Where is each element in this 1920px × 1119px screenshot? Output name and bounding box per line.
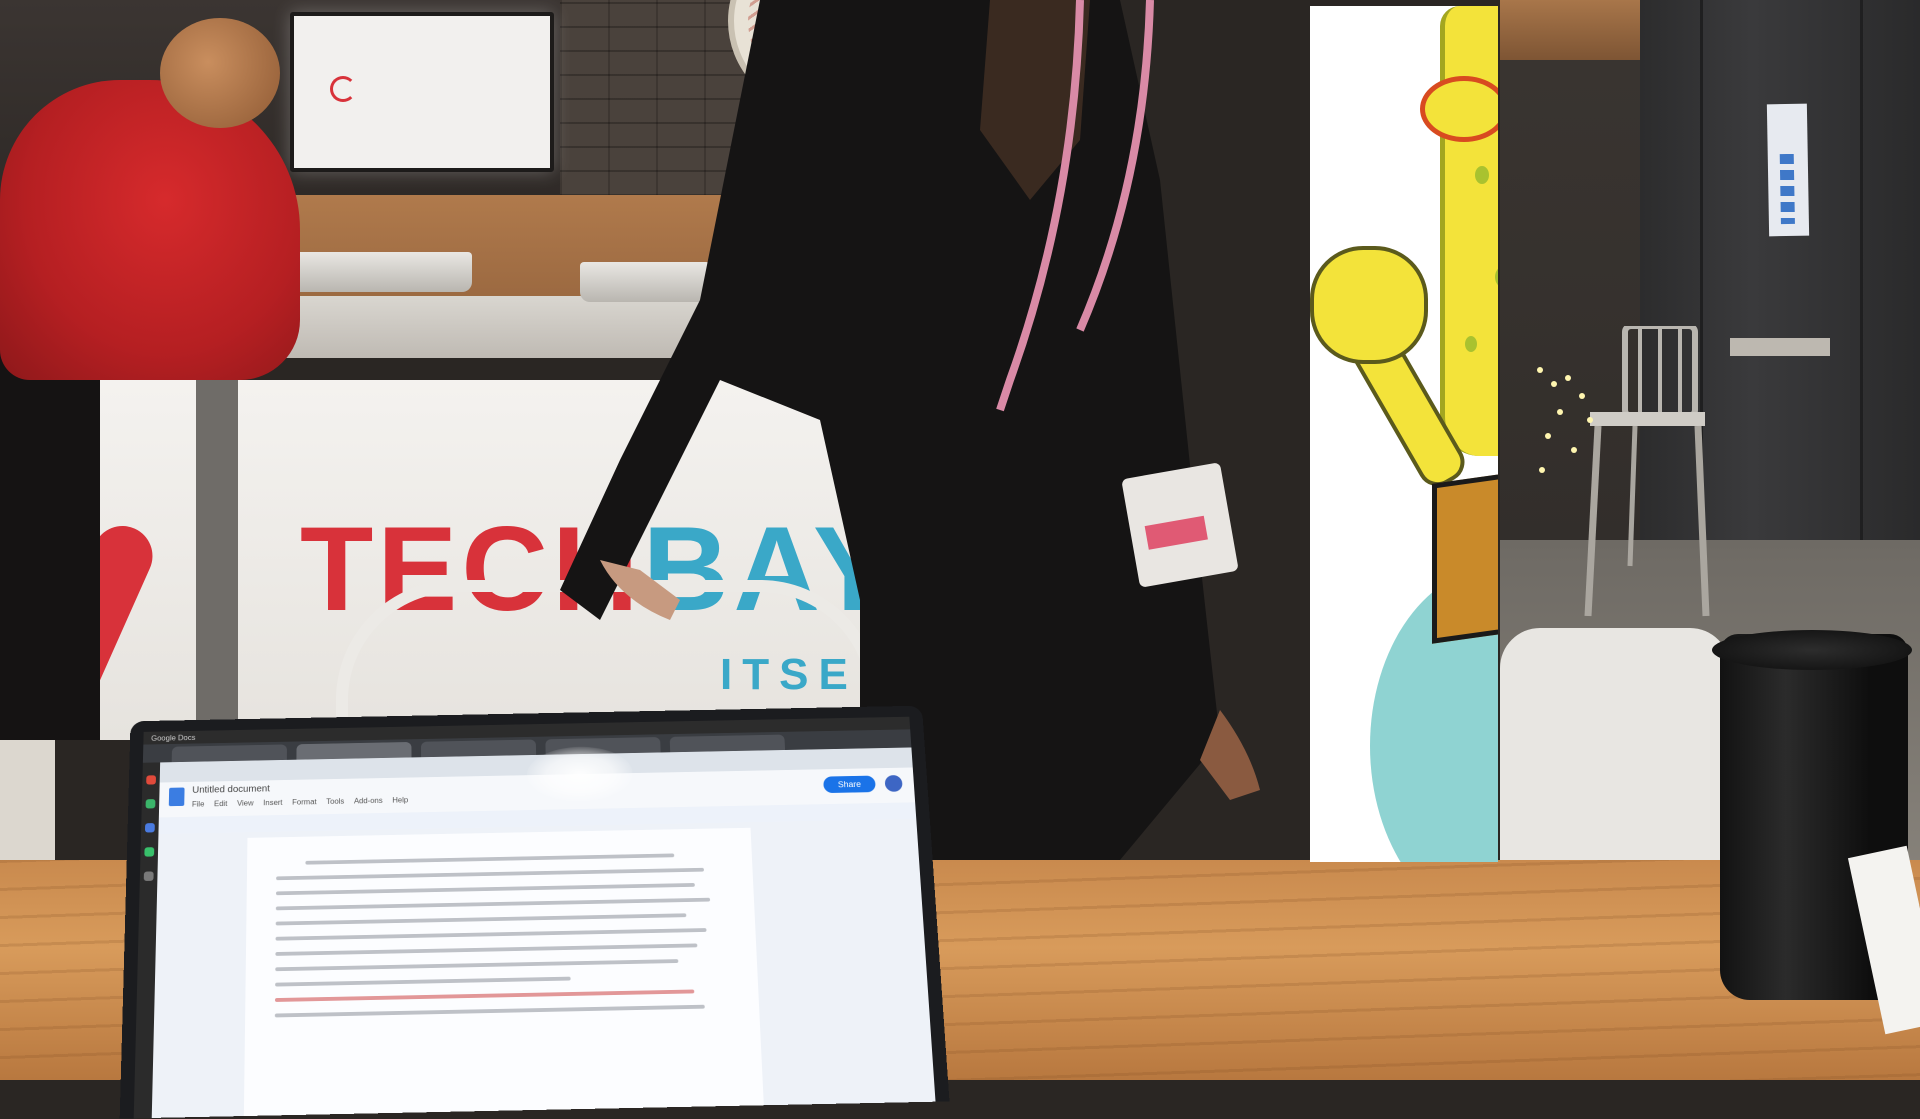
menu-addons[interactable]: Add-ons — [354, 796, 383, 805]
cartoon-nose — [1420, 76, 1498, 142]
text-line — [305, 853, 674, 864]
menu-edit[interactable]: Edit — [214, 799, 227, 808]
document-page[interactable] — [244, 828, 764, 1116]
text-line — [275, 943, 697, 955]
tv-logo-icon — [330, 76, 356, 102]
laptop: Google Docs Untitled document File Edit … — [120, 706, 950, 1119]
dock-app-icon[interactable] — [144, 871, 154, 881]
text-line — [276, 883, 695, 895]
counter-post — [196, 340, 238, 740]
dock-app-icon[interactable] — [145, 823, 155, 832]
text-line-underlined — [275, 990, 694, 1002]
app-dock — [134, 762, 160, 1118]
text-line — [275, 977, 571, 987]
doc-title[interactable]: Untitled document — [192, 784, 270, 796]
tumbler-lid — [1712, 630, 1912, 670]
text-line — [275, 1005, 705, 1018]
dock-app-icon[interactable] — [146, 775, 156, 784]
menu-help[interactable]: Help — [392, 796, 408, 805]
dock-app-icon[interactable] — [146, 799, 156, 808]
google-docs-icon[interactable] — [169, 788, 185, 807]
dock-app-icon[interactable] — [144, 847, 154, 857]
text-line — [275, 959, 678, 971]
cartoon-pants — [1432, 468, 1498, 643]
wall-tv — [290, 12, 554, 172]
cartoon-spot — [1475, 166, 1489, 184]
cartoon-body — [1440, 6, 1498, 456]
menu-view[interactable]: View — [237, 799, 254, 808]
string-lights — [1530, 360, 1610, 490]
menu-file[interactable]: File — [192, 800, 205, 809]
wall-paper-sheet — [1767, 104, 1809, 237]
system-bar-app: Google Docs — [151, 733, 195, 742]
red-hoodie-person — [0, 80, 300, 380]
person-left-sock — [0, 740, 55, 860]
docs-menu: File Edit View Insert Format Tools Add-o… — [192, 796, 408, 809]
text-line — [276, 913, 687, 925]
laptop-screen: Google Docs Untitled document File Edit … — [134, 717, 936, 1119]
person-left-head — [160, 18, 280, 128]
menu-insert[interactable]: Insert — [263, 798, 282, 807]
share-button[interactable]: Share — [823, 776, 876, 794]
menu-tools[interactable]: Tools — [326, 797, 344, 806]
cartoon-spot — [1465, 336, 1477, 352]
text-line — [276, 928, 707, 941]
text-line — [276, 898, 710, 911]
menu-format[interactable]: Format — [292, 798, 316, 807]
cartoon-spot — [1495, 266, 1498, 288]
cartoon-sticker — [1310, 6, 1498, 862]
cartoon-fist — [1310, 246, 1428, 364]
wall-shelf — [1730, 338, 1830, 356]
avatar-icon[interactable] — [884, 775, 902, 792]
text-line — [276, 868, 704, 880]
